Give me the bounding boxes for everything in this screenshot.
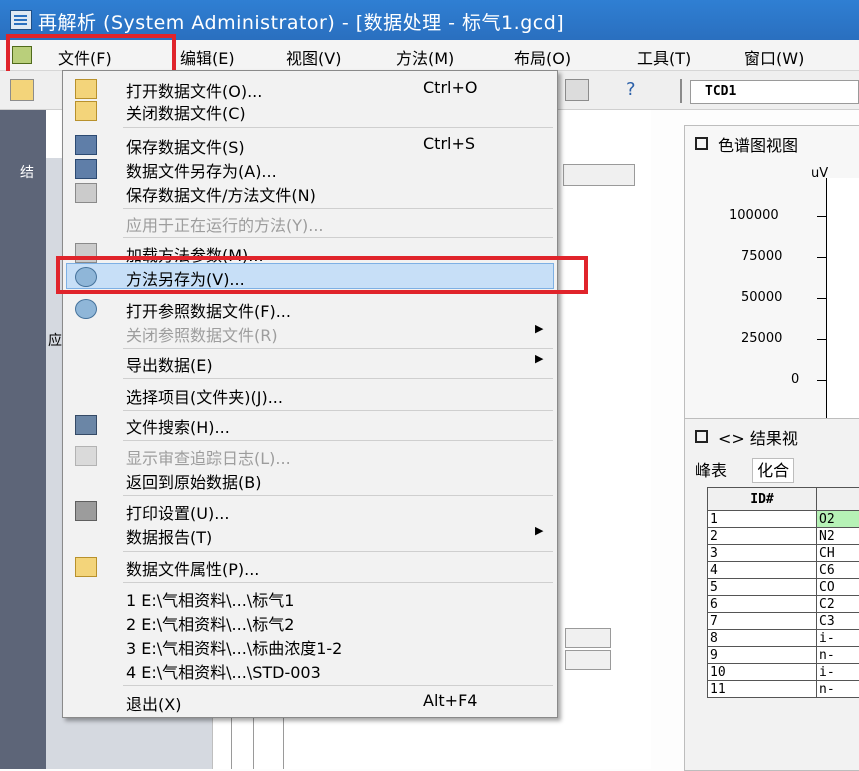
chromatogram-plot	[826, 178, 859, 418]
menu-item-save-data-and-method[interactable]: 保存数据文件/方法文件(N)	[63, 181, 557, 205]
y-tick-label: 25000	[741, 331, 782, 346]
save-icon	[75, 135, 97, 155]
save-method-annotation-box	[56, 256, 588, 294]
tab-compound[interactable]: 化合	[752, 458, 794, 483]
menu-item-file-search[interactable]: 文件搜索(H)...	[63, 413, 557, 437]
results-table: ID# 1O2 2N2 3CH 4C6 5CO 6C2 7C3 8i- 9n- …	[707, 487, 859, 698]
results-tabs: 峰表 化合	[695, 457, 794, 481]
menu-edit[interactable]: 编辑(E)	[180, 45, 235, 69]
detector-select[interactable]: TCD1	[690, 80, 859, 104]
save-as-icon	[75, 159, 97, 179]
menu-layout[interactable]: 布局(O)	[514, 45, 571, 69]
left-fragment-a: 应	[48, 330, 62, 350]
toolbar-separator	[680, 79, 682, 103]
chromatogram-title: 色谱图视图	[718, 136, 798, 155]
dropdown-button[interactable]	[565, 650, 611, 670]
menu-item-data-report[interactable]: 数据报告(T) ▶	[63, 523, 557, 547]
menu-item-close-data-file[interactable]: 关闭数据文件(C)	[63, 99, 557, 123]
y-tick-label: 50000	[741, 290, 782, 305]
help-button[interactable]: ?	[626, 79, 636, 100]
table-row[interactable]: 10i-	[708, 664, 859, 681]
menu-item-open-data-file[interactable]: 打开数据文件(O)... Ctrl+O	[63, 77, 557, 101]
menu-view[interactable]: 视图(V)	[286, 45, 341, 69]
menu-item-print-settings[interactable]: 打印设置(U)...	[63, 499, 557, 523]
menu-item-save-data-file[interactable]: 保存数据文件(S) Ctrl+S	[63, 133, 557, 157]
table-row[interactable]: 8i-	[708, 630, 859, 647]
menu-tools[interactable]: 工具(T)	[637, 45, 691, 69]
menu-item-open-reference[interactable]: 打开参照数据文件(F)...	[63, 297, 557, 321]
y-tick-label: 100000	[729, 208, 779, 223]
properties-icon	[75, 557, 97, 577]
table-row[interactable]: 9n-	[708, 647, 859, 664]
table-row[interactable]: 1O2	[708, 511, 859, 528]
open-folder-icon	[75, 101, 97, 121]
table-row[interactable]: 2N2	[708, 528, 859, 545]
audit-log-icon	[75, 446, 97, 466]
table-row[interactable]: 4C6	[708, 562, 859, 579]
menu-item-file-properties[interactable]: 数据文件属性(P)...	[63, 555, 557, 579]
menu-item-apply-running-method: 应用于正在运行的方法(Y)...	[63, 211, 557, 235]
print-settings-icon	[75, 501, 97, 521]
save-toolbar-icon[interactable]	[565, 79, 589, 101]
menu-item-recent-3[interactable]: 3 E:\气相资料\...\标曲浓度1-2	[63, 634, 557, 658]
save-both-icon	[75, 183, 97, 203]
scroll-right-button[interactable]	[565, 628, 611, 648]
results-panel: <> 结果视 峰表 化合 ID# 1O2 2N2 3CH 4C6 5CO 6C2…	[684, 418, 859, 771]
results-title: <> 结果视	[718, 429, 798, 448]
menu-item-exit[interactable]: 退出(X) Alt+F4	[63, 690, 557, 714]
y-tick-label: 75000	[741, 249, 782, 264]
window-title: 再解析 (System Administrator) - [数据处理 - 标气1…	[38, 8, 564, 35]
table-row[interactable]: 3CH	[708, 545, 859, 562]
y-tick-label: 0	[791, 372, 799, 387]
chromatogram-panel: 色谱图视图 uV TC 100000 75000 50000 25000 0	[684, 125, 859, 419]
top-dropdown[interactable]	[563, 164, 635, 186]
left-fragment-b: 结	[20, 162, 34, 182]
open-folder-icon	[75, 79, 97, 99]
menu-item-recent-1[interactable]: 1 E:\气相资料\...\标气1	[63, 586, 557, 610]
menu-item-select-project[interactable]: 选择项目(文件夹)(J)...	[63, 383, 557, 407]
menu-item-return-raw-data[interactable]: 返回到原始数据(B)	[63, 468, 557, 492]
menu-item-export-data[interactable]: 导出数据(E) ▶	[63, 351, 557, 375]
menu-item-audit-log: 显示审查追踪日志(L)...	[63, 444, 557, 468]
submenu-arrow-icon: ▶	[535, 322, 543, 335]
table-row[interactable]: 7C3	[708, 613, 859, 630]
file-menu: 打开数据文件(O)... Ctrl+O 关闭数据文件(C) 保存数据文件(S) …	[62, 70, 558, 718]
open-icon[interactable]	[10, 79, 34, 101]
column-header-id: ID#	[708, 488, 817, 511]
table-row[interactable]: 5CO	[708, 579, 859, 596]
app-icon	[10, 10, 32, 30]
table-row[interactable]: 11n-	[708, 681, 859, 698]
submenu-arrow-icon: ▶	[535, 352, 543, 365]
menu-method[interactable]: 方法(M)	[396, 45, 454, 69]
submenu-arrow-icon: ▶	[535, 524, 543, 537]
menu-item-recent-4[interactable]: 4 E:\气相资料\...\STD-003	[63, 658, 557, 682]
table-row[interactable]: 6C2	[708, 596, 859, 613]
menu-window[interactable]: 窗口(W)	[744, 45, 804, 69]
tab-peak-table[interactable]: 峰表	[695, 461, 727, 480]
menu-item-close-reference: 关闭参照数据文件(R) ▶	[63, 321, 557, 345]
menu-item-save-as[interactable]: 数据文件另存为(A)...	[63, 157, 557, 181]
menu-item-recent-2[interactable]: 2 E:\气相资料\...\标气2	[63, 610, 557, 634]
binoculars-icon	[75, 415, 97, 435]
open-reference-icon	[75, 299, 97, 319]
